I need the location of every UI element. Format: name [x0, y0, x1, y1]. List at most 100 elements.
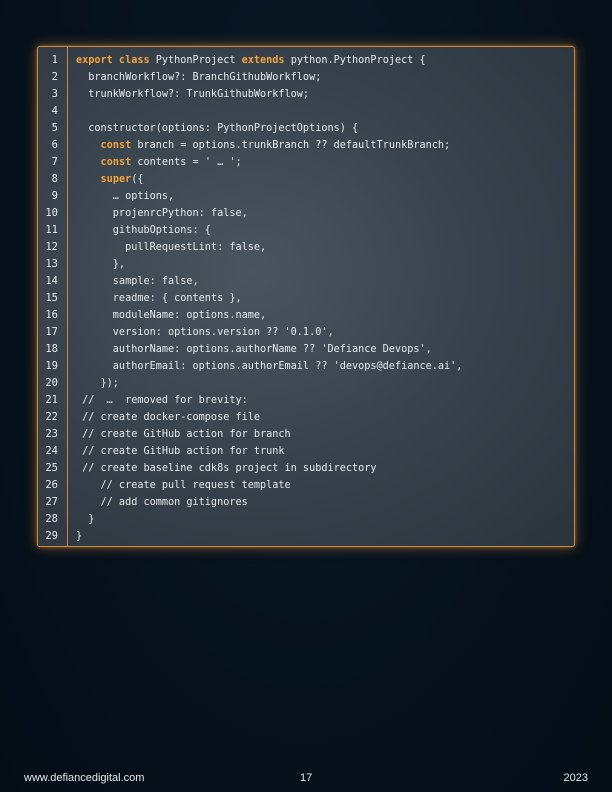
code-line: trunkWorkflow?: TrunkGithubWorkflow;	[76, 86, 568, 103]
code-line: });	[76, 375, 568, 392]
code-line: const branch = options.trunkBranch ?? de…	[76, 137, 568, 154]
line-number: 13	[45, 258, 58, 270]
line-numbers: 1 2 3 4 5 6 7 8 9 10 11 12 13 14 15 16 17 18 19 20 21 22 23 24 2…	[38, 47, 67, 545]
line-number: 23	[45, 428, 58, 440]
line-number: 27	[45, 496, 58, 508]
code-line: sample: false,	[76, 273, 568, 290]
page-footer: www.defiancedigital.com 17 2023	[24, 772, 588, 786]
code-line: // create GitHub action for trunk	[76, 443, 568, 460]
line-number: 18	[45, 343, 58, 355]
code-line: version: options.version ?? '0.1.0',	[76, 324, 568, 341]
code-keyword: super	[100, 174, 132, 185]
code-keyword: export class	[76, 55, 150, 66]
code-keyword: const	[100, 140, 132, 151]
footer-page-number: 17	[300, 772, 313, 784]
line-number: 20	[45, 377, 58, 389]
line-number: 1	[51, 54, 58, 66]
code-text: branch = options.trunkBranch ?? defaultT…	[131, 140, 451, 151]
code-line: pullRequestLint: false,	[76, 239, 568, 256]
line-number: 16	[45, 309, 58, 321]
code-line: … options,	[76, 188, 568, 205]
code-text: // create baseline cdk8s project in subd…	[76, 463, 377, 474]
line-number: 9	[51, 190, 58, 202]
code-line: constructor(options: PythonProjectOption…	[76, 120, 568, 137]
code-text: PythonProject	[149, 55, 242, 66]
line-number: 25	[45, 462, 58, 474]
line-number: 8	[51, 173, 58, 185]
code-text: branchWorkflow?: BranchGithubWorkflow;	[76, 72, 322, 83]
line-number: 21	[45, 394, 58, 406]
code-text: // create GitHub action for branch	[76, 429, 291, 440]
line-number: 14	[45, 275, 58, 287]
line-number: 15	[45, 292, 58, 304]
code-text: // create pull request template	[76, 480, 291, 491]
line-number: 4	[51, 105, 58, 117]
code-text: authorEmail: options.authorEmail ?? 'dev…	[76, 361, 463, 372]
code-line: super({	[76, 171, 568, 188]
code-text: // create docker-compose file	[76, 412, 261, 423]
code-text: authorName: options.authorName ?? 'Defia…	[76, 344, 432, 355]
code-line: },	[76, 256, 568, 273]
footer-website: www.defiancedigital.com	[24, 772, 145, 784]
code-line: // create docker-compose file	[76, 409, 568, 426]
code-line: // … removed for brevity:	[76, 392, 568, 409]
footer-year: 2023	[563, 772, 588, 784]
code-text: });	[76, 378, 119, 389]
code-line: }	[76, 528, 568, 545]
code-text: // … removed for brevity:	[76, 395, 248, 406]
line-number: 17	[45, 326, 58, 338]
code-line: projenrcPython: false,	[76, 205, 568, 222]
code-line: // add common gitignores	[76, 494, 568, 511]
line-number: 10	[45, 207, 58, 219]
code-text: constructor(options: PythonProjectOption…	[76, 123, 359, 134]
code-line: const contents = ' … ';	[76, 154, 568, 171]
code-text: trunkWorkflow?: TrunkGithubWorkflow;	[76, 89, 310, 100]
line-number: 3	[51, 88, 58, 100]
code-line: githubOptions: {	[76, 222, 568, 239]
line-number: 19	[45, 360, 58, 372]
line-number: 7	[51, 156, 58, 168]
code-text: sample: false,	[76, 276, 199, 287]
line-number: 12	[45, 241, 58, 253]
code-text: readme: { contents },	[76, 293, 242, 304]
line-number: 5	[51, 122, 58, 134]
code-text: }	[76, 514, 95, 525]
line-number-gutter: 1 2 3 4 5 6 7 8 9 10 11 12 13 14 15 16 17 18 19 20 21 22 23 24 2…	[38, 47, 68, 546]
code-line: // create baseline cdk8s project in subd…	[76, 460, 568, 477]
code-text: // add common gitignores	[76, 497, 248, 508]
code-line: }	[76, 511, 568, 528]
code-text: }	[76, 531, 83, 542]
line-number: 26	[45, 479, 58, 491]
code-line: moduleName: options.name,	[76, 307, 568, 324]
code-line: authorEmail: options.authorEmail ?? 'dev…	[76, 358, 568, 375]
code-text: githubOptions: {	[76, 225, 211, 236]
code-content: export class PythonProject extends pytho…	[76, 52, 568, 545]
code-line: readme: { contents },	[76, 290, 568, 307]
line-number: 29	[45, 530, 58, 542]
code-text: // create GitHub action for trunk	[76, 446, 285, 457]
code-keyword: const	[100, 157, 132, 168]
code-text: pullRequestLint: false,	[76, 242, 267, 253]
code-text: moduleName: options.name,	[76, 310, 267, 321]
code-text: ({	[131, 174, 144, 185]
code-line: export class PythonProject extends pytho…	[76, 52, 568, 69]
line-number: 6	[51, 139, 58, 151]
line-number: 11	[45, 224, 58, 236]
code-line: // create GitHub action for branch	[76, 426, 568, 443]
code-line: branchWorkflow?: BranchGithubWorkflow;	[76, 69, 568, 86]
code-block: 1 2 3 4 5 6 7 8 9 10 11 12 13 14 15 16 17 18 19 20 21 22 23 24 2…	[37, 46, 575, 547]
line-number: 22	[45, 411, 58, 423]
code-text: version: options.version ?? '0.1.0',	[76, 327, 334, 338]
code-line: authorName: options.authorName ?? 'Defia…	[76, 341, 568, 358]
code-text: contents = ' … ';	[131, 157, 242, 168]
code-line: // create pull request template	[76, 477, 568, 494]
line-number: 24	[45, 445, 58, 457]
code-text: … options,	[76, 191, 175, 202]
code-keyword: extends	[241, 55, 285, 66]
code-text: python.PythonProject {	[284, 55, 426, 66]
code-text: },	[76, 259, 126, 270]
